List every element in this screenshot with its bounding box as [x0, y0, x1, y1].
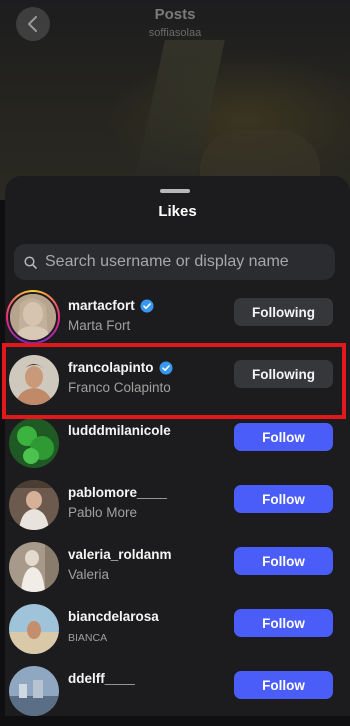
follow-button[interactable]: Follow: [234, 671, 333, 699]
list-item[interactable]: ddelff____ Follow: [5, 666, 340, 726]
avatar[interactable]: [9, 666, 59, 716]
highlight-box: [2, 343, 346, 419]
avatar[interactable]: [9, 480, 59, 530]
page-title: Posts: [154, 6, 196, 23]
display-name: Marta Fort: [68, 318, 131, 333]
username[interactable]: pablomore____: [68, 485, 167, 500]
top-bar: Posts soffiasolaa: [0, 0, 350, 60]
avatar[interactable]: [9, 418, 59, 468]
search-bar[interactable]: [14, 244, 335, 280]
avatar[interactable]: [9, 542, 59, 592]
list-item[interactable]: ludddmilanicole Follow: [5, 418, 340, 478]
follow-button[interactable]: Follow: [234, 547, 333, 575]
list-item[interactable]: biancdelarosa BIANCA Follow: [5, 604, 340, 664]
username[interactable]: ddelff____: [68, 671, 135, 686]
username[interactable]: martacfort: [68, 298, 154, 313]
display-name: Pablo More: [68, 505, 138, 520]
list-item[interactable]: pablomore____ Pablo More Follow: [5, 480, 340, 540]
search-input[interactable]: [45, 253, 325, 271]
follow-button[interactable]: Follow: [234, 609, 333, 637]
following-button[interactable]: Following: [234, 298, 333, 326]
sheet-grabber[interactable]: [160, 189, 190, 193]
verified-badge-icon: [140, 299, 154, 313]
search-icon: [24, 255, 37, 269]
username[interactable]: ludddmilanicole: [68, 423, 171, 438]
username[interactable]: valeria_roldanm: [68, 547, 172, 562]
avatar[interactable]: [6, 290, 60, 344]
sheet-title: Likes: [158, 203, 197, 220]
follow-button[interactable]: Follow: [234, 485, 333, 513]
follow-button[interactable]: Follow: [234, 423, 333, 451]
username[interactable]: biancdelarosa: [68, 609, 159, 624]
list-item[interactable]: valeria_roldanm Valeria Follow: [5, 542, 340, 602]
display-name: Valeria: [68, 567, 110, 582]
display-name: BIANCA: [68, 632, 108, 644]
avatar[interactable]: [9, 604, 59, 654]
page-subtitle: soffiasolaa: [148, 27, 202, 39]
